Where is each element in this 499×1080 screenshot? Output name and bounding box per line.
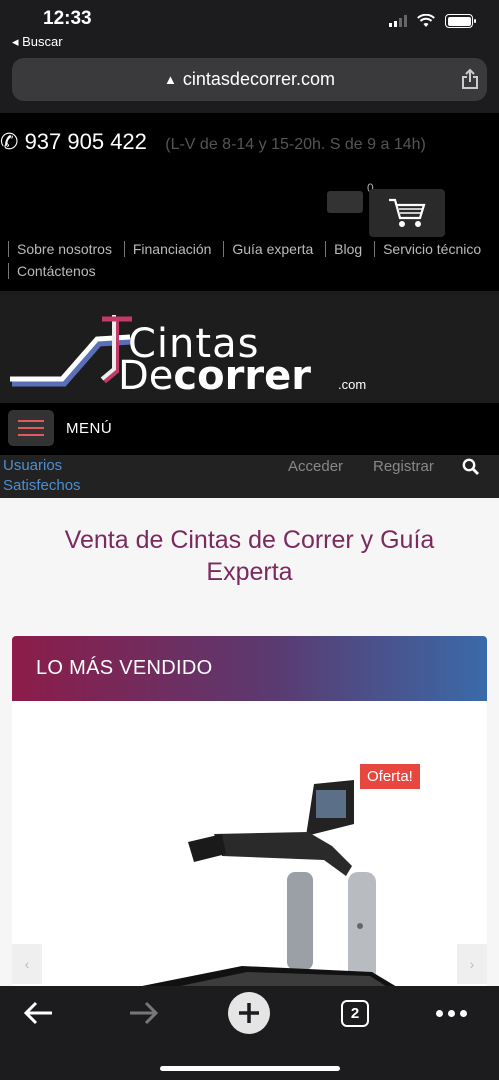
nav-link-contactenos[interactable]: Contáctenos xyxy=(17,263,96,279)
logo-text-decorrer: Decorrer xyxy=(118,353,311,399)
satisfied-users-line2: Satisfechos xyxy=(3,477,81,494)
more-options-icon[interactable] xyxy=(436,1010,467,1017)
status-icons xyxy=(389,14,476,28)
top-nav: Sobre nosotros Financiación Guía experta… xyxy=(0,238,499,282)
browser-toolbar: 2 xyxy=(0,986,499,1080)
nav-separator xyxy=(325,241,327,257)
carousel-prev-button[interactable]: ‹ xyxy=(12,944,42,984)
nav-separator xyxy=(8,241,9,257)
cart-preview-button[interactable] xyxy=(327,191,363,213)
page-title: Venta de Cintas de Correr y Guía Experta xyxy=(64,526,435,586)
back-to-app-link[interactable]: ◂ Buscar xyxy=(12,34,63,50)
url-bar[interactable]: ▲ cintasdecorrer.com xyxy=(12,58,487,101)
opening-hours: (L-V de 8-14 y 15-20h. S de 9 a 14h) xyxy=(165,136,426,153)
menu-bar: MENÚ xyxy=(0,403,499,455)
contact-phone[interactable]: ✆ 937 905 422 (L-V de 8-14 y 15-20h. S d… xyxy=(0,130,470,157)
hamburger-menu-button[interactable] xyxy=(8,410,54,446)
nav-link-financiacion[interactable]: Financiación xyxy=(133,241,212,257)
menu-label[interactable]: MENÚ xyxy=(66,420,112,437)
nav-link-blog[interactable]: Blog xyxy=(334,241,362,257)
tabs-button[interactable]: 2 xyxy=(341,1000,369,1027)
nav-link-sobre-nosotros[interactable]: Sobre nosotros xyxy=(17,241,112,257)
register-link[interactable]: Registrar xyxy=(373,458,434,475)
battery-icon xyxy=(445,14,476,28)
share-icon[interactable] xyxy=(461,68,479,90)
logo-text-com: .com xyxy=(338,377,367,392)
clock: 12:33 xyxy=(43,8,92,29)
nav-link-servicio-tecnico[interactable]: Servicio técnico xyxy=(383,241,481,257)
nav-separator xyxy=(223,241,225,257)
url-text: cintasdecorrer.com xyxy=(182,69,335,89)
user-bar: Usuarios Satisfechos Acceder Registrar xyxy=(0,455,499,498)
nav-separator xyxy=(123,241,125,257)
logo-band: Cintas Decorrer .com xyxy=(0,291,499,403)
treadmill-product-image[interactable] xyxy=(102,776,402,996)
signal-icon xyxy=(389,15,407,27)
forward-arrow-icon[interactable] xyxy=(126,998,160,1028)
home-indicator xyxy=(160,1066,340,1071)
phone-icon: ✆ xyxy=(0,129,19,154)
search-icon[interactable] xyxy=(462,458,480,476)
page: 12:33 ◂ Buscar ▲ cintasdecorrer.com ✆ 93… xyxy=(0,0,499,1080)
satisfied-users-line1: Usuarios xyxy=(3,457,63,474)
satisfied-users-link[interactable]: Usuarios Satisfechos xyxy=(3,456,81,496)
nav-link-guia-experta[interactable]: Guía experta xyxy=(232,241,313,257)
browser-top-bar: 12:33 ◂ Buscar ▲ cintasdecorrer.com xyxy=(0,0,499,113)
nav-separator xyxy=(374,241,376,257)
main-content: Venta de Cintas de Correr y Guía Experta… xyxy=(0,498,499,996)
plus-icon xyxy=(239,1003,259,1023)
best-sellers-header: LO MÁS VENDIDO xyxy=(12,636,487,701)
logo-text-de: De xyxy=(118,353,174,399)
phone-number[interactable]: 937 905 422 xyxy=(25,129,147,154)
back-arrow-icon[interactable] xyxy=(22,998,56,1028)
nav-separator xyxy=(8,263,9,279)
site-header: ✆ 937 905 422 (L-V de 8-14 y 15-20h. S d… xyxy=(0,113,499,291)
login-link[interactable]: Acceder xyxy=(288,458,343,475)
treadmill-logo-icon[interactable] xyxy=(4,311,134,401)
cart-icon xyxy=(389,198,426,227)
carousel-next-button[interactable]: › xyxy=(457,944,487,984)
cart-button[interactable] xyxy=(369,189,445,237)
best-sellers-card: LO MÁS VENDIDO Oferta! ‹ › xyxy=(12,636,487,996)
new-tab-button[interactable] xyxy=(228,992,270,1034)
warning-icon: ▲ xyxy=(164,72,177,87)
logo-text-correr: correr xyxy=(173,353,311,399)
wifi-icon xyxy=(417,14,435,27)
